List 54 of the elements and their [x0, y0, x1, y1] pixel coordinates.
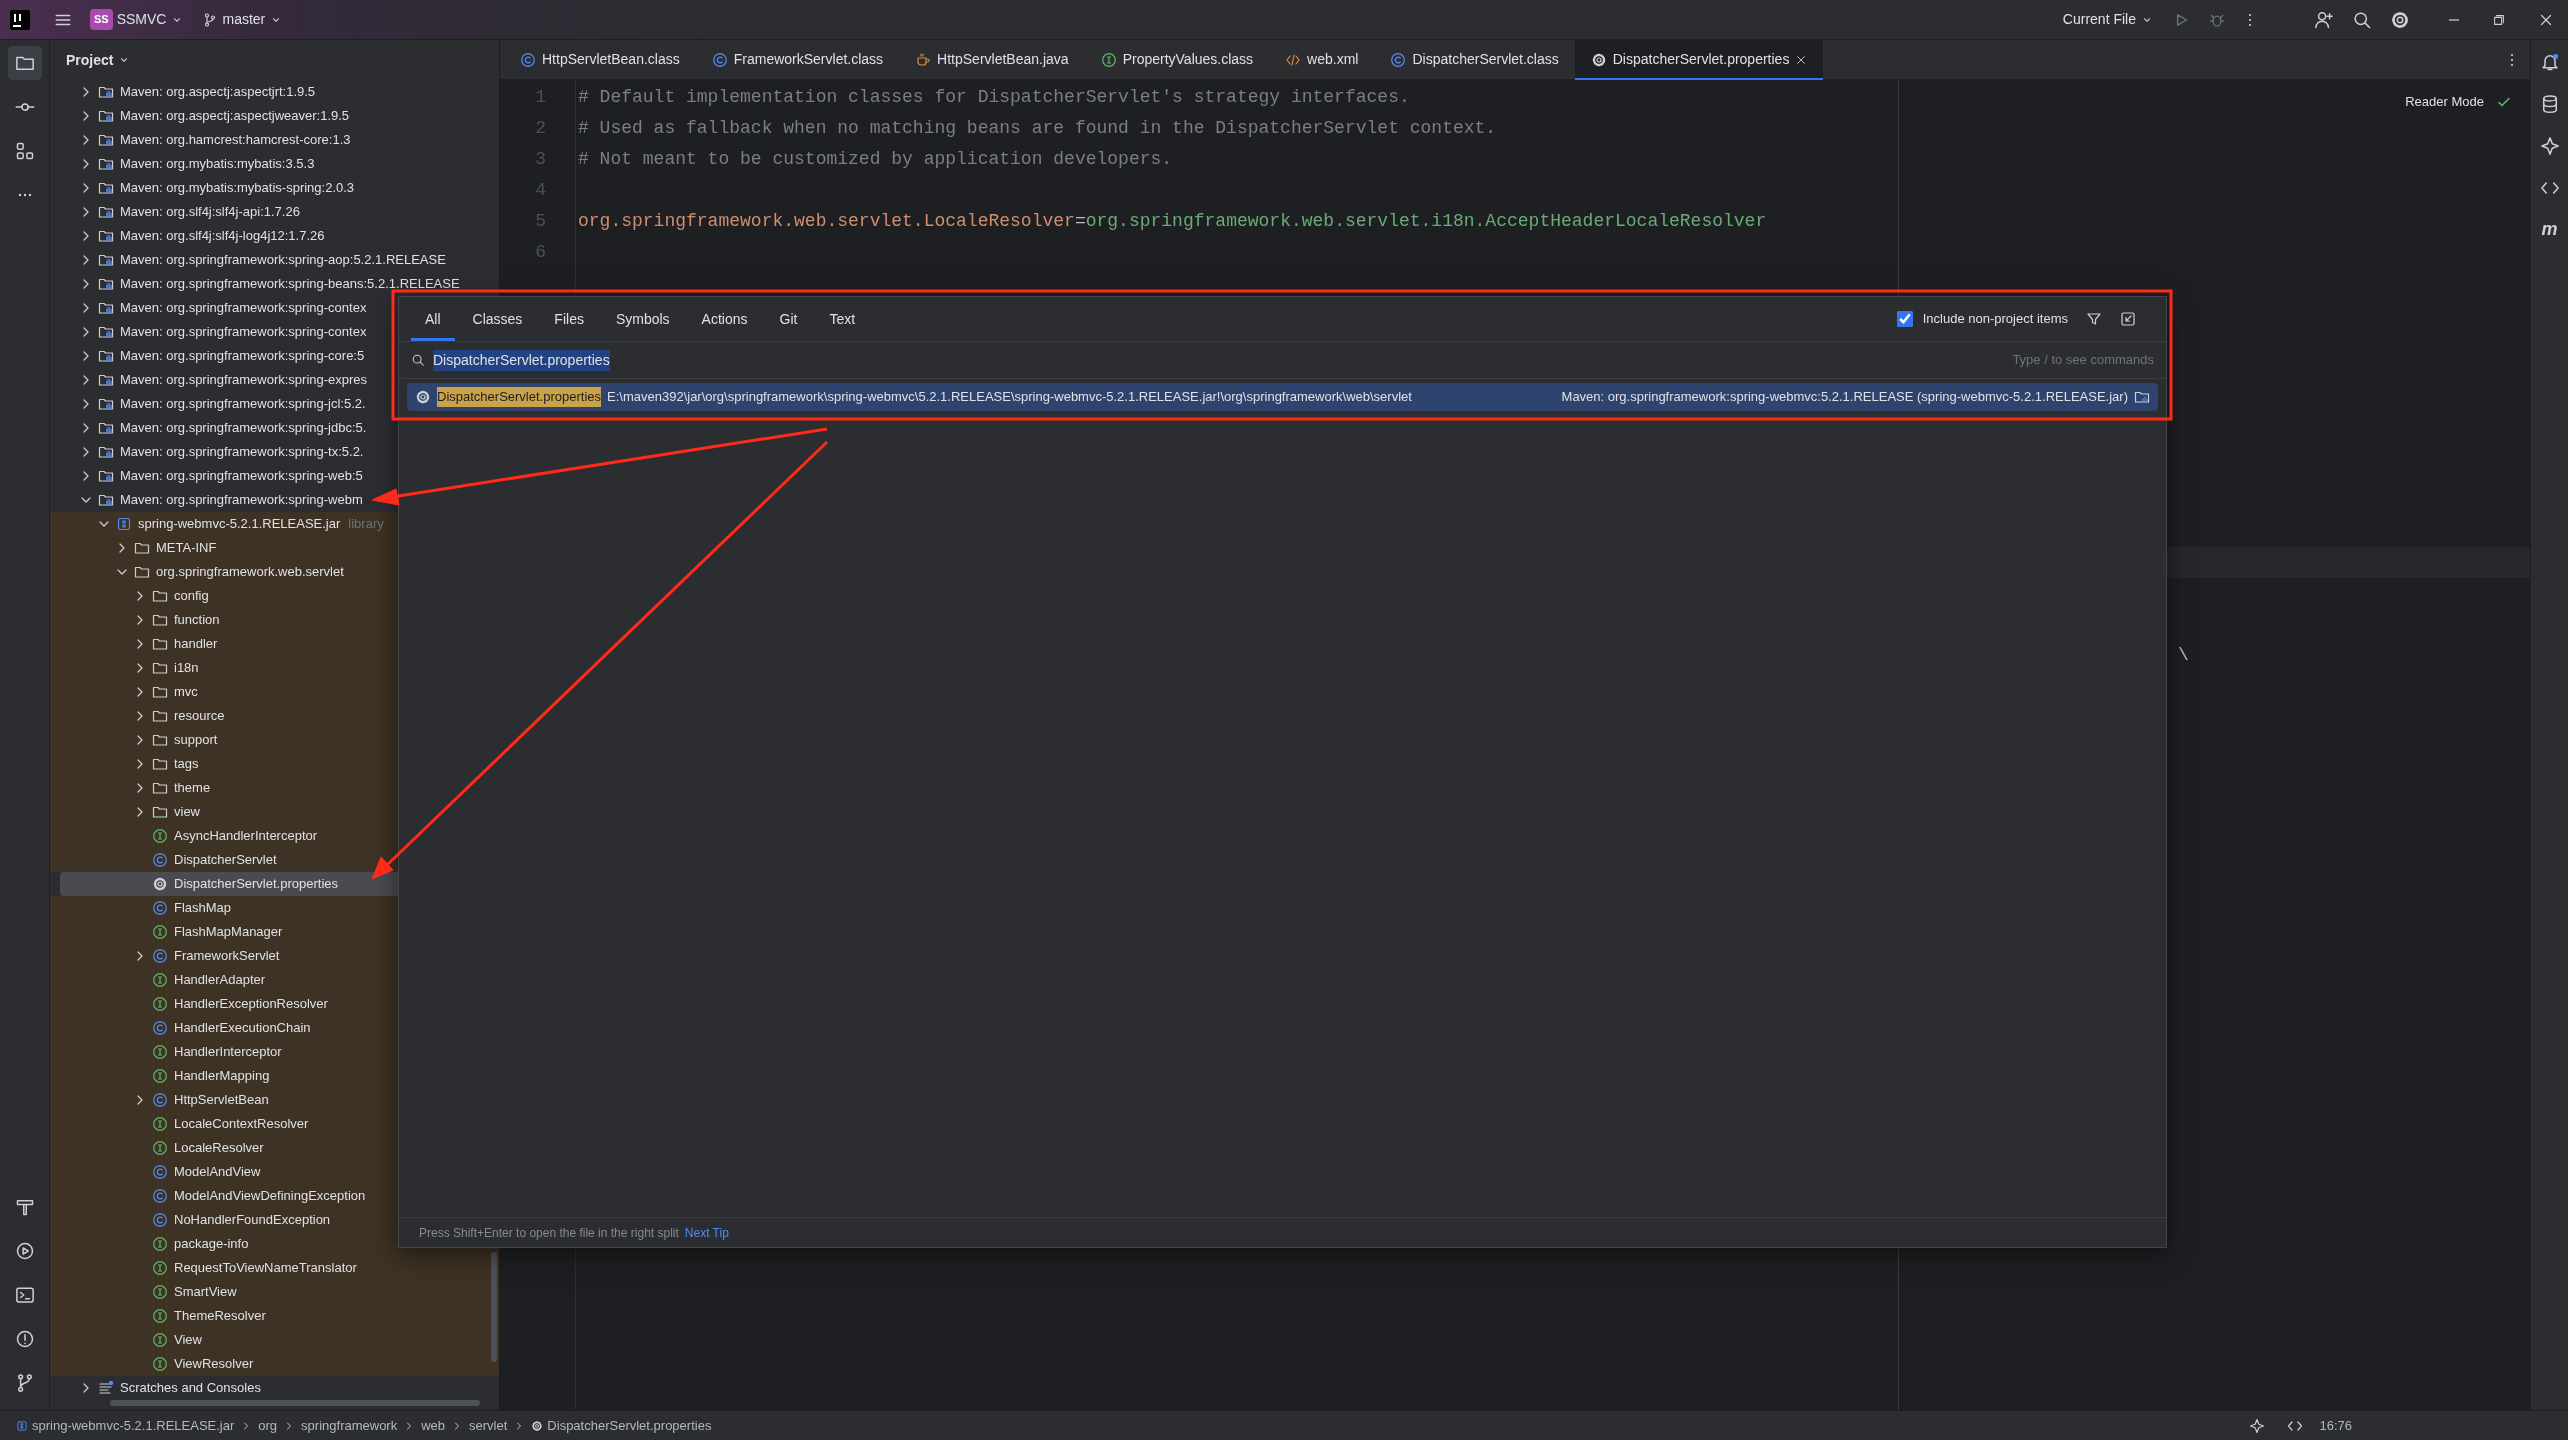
tree-item[interactable]: Maven: org.slf4j:slf4j-api:1.7.26: [50, 200, 499, 224]
editor-tab[interactable]: HttpServletBean.class: [504, 39, 696, 80]
hint-text: Type / to see commands: [2012, 351, 2154, 370]
next-tip-link[interactable]: Next Tip: [684, 1223, 729, 1242]
search-tab[interactable]: Text: [815, 297, 870, 341]
tree-item[interactable]: ThemeResolver: [50, 1304, 499, 1328]
code-line: # Default implementation classes for DispatcherServlet's strategy interfaces.: [578, 86, 1410, 109]
search-tab[interactable]: Classes: [458, 297, 537, 341]
search-tab[interactable]: Symbols: [601, 297, 684, 341]
search-tab[interactable]: All: [411, 297, 455, 341]
breadcrumb[interactable]: org: [258, 1415, 278, 1436]
branch-selector[interactable]: master: [198, 5, 288, 34]
search-tab[interactable]: Files: [540, 297, 598, 341]
reader-mode-button[interactable]: Reader Mode: [2401, 88, 2488, 116]
editor-tab[interactable]: DispatcherServlet.class: [1374, 39, 1575, 80]
tree-item[interactable]: Maven: org.springframework:spring-tx:5.2.: [50, 440, 499, 464]
cursor-position[interactable]: 16:76: [2319, 1415, 2352, 1436]
tree-item[interactable]: Maven: org.springframework:spring-aop:5.2.1.RELEASE: [50, 248, 499, 272]
tree-item[interactable]: Maven: org.hamcrest:hamcrest-core:1.3: [50, 128, 499, 152]
tree-item[interactable]: Maven: org.mybatis:mybatis:3.5.3: [50, 152, 499, 176]
tree-item[interactable]: Maven: org.springframework:spring-beans:5.2.1.RELEASE: [50, 272, 499, 296]
tree-item[interactable]: Maven: org.springframework:spring-jdbc:5.: [50, 416, 499, 440]
editor-tab[interactable]: web.xml: [1269, 39, 1375, 80]
checkbox-label[interactable]: Include non-project items: [1922, 309, 2068, 329]
search-tab[interactable]: Actions: [687, 297, 762, 341]
tree-item[interactable]: Maven: org.mybatis:mybatis-spring:2.0.3: [50, 176, 499, 200]
tree-item[interactable]: SmartView: [50, 1280, 499, 1304]
tree-item[interactable]: Maven: org.slf4j:slf4j-log4j12:1.7.26: [50, 224, 499, 248]
tool-window-button[interactable]: m: [2537, 216, 2562, 242]
breadcrumb[interactable]: servlet: [469, 1415, 508, 1436]
editor-tab[interactable]: DispatcherServlet.properties: [1574, 39, 1824, 80]
editor-tab[interactable]: PropertyValues.class: [1084, 39, 1270, 80]
tree-item[interactable]: RequestToViewNameTranslator: [50, 1256, 499, 1280]
code-line: org.springframework.web.servlet.LocaleResolver=org.springframework.web.servlet.i18n.AcceptHeaderLocaleResolver: [578, 210, 1767, 233]
tree-item[interactable]: Maven: org.springframework:spring-webm: [50, 488, 499, 512]
editor-tab[interactable]: HttpServletBean.java: [899, 39, 1085, 80]
editor-tab[interactable]: FrameworkServlet.class: [695, 39, 900, 80]
search-tab[interactable]: Git: [765, 297, 812, 341]
tree-item[interactable]: ViewResolver: [50, 1352, 499, 1376]
tree-item[interactable]: View: [50, 1328, 499, 1352]
code-fragment: \: [2178, 644, 2189, 667]
code-line: # Used as fallback when no matching beans are found in the DispatcherServlet context.: [578, 117, 1497, 140]
project-name-dropdown[interactable]: SS SSMVC: [86, 5, 189, 34]
search-result[interactable]: DispatcherServlet.properties E:\maven392\jar\org\springframework\spring-webmvc\5.2.1.RELEASE\spring-webmvc-5.2.1.RELEASE.jar!\org\springframework\web\servlet Maven: org.springframework:spring-webmvc:5.2.1.RELEASE (spring-webmvc-5.2.1.RELEASE.jar): [407, 383, 2158, 411]
breadcrumb[interactable]: springframework: [301, 1415, 398, 1436]
run-config-selector[interactable]: Current File: [2058, 5, 2158, 34]
breadcrumb[interactable]: DispatcherServlet.properties: [531, 1415, 712, 1436]
panel-title-dropdown[interactable]: Project: [62, 45, 136, 75]
tree-item[interactable]: Maven: org.aspectj:aspectjweaver:1.9.5: [50, 104, 499, 128]
tree-item[interactable]: Maven: org.springframework:spring-web:5: [50, 464, 499, 488]
tree-item[interactable]: Maven: org.aspectj:aspectjrt:1.9.5: [50, 80, 499, 104]
breadcrumb[interactable]: web: [421, 1415, 446, 1436]
breadcrumb[interactable]: spring-webmvc-5.2.1.RELEASE.jar: [16, 1415, 235, 1436]
code-line: # Not meant to be customized by application developers.: [578, 148, 1173, 171]
